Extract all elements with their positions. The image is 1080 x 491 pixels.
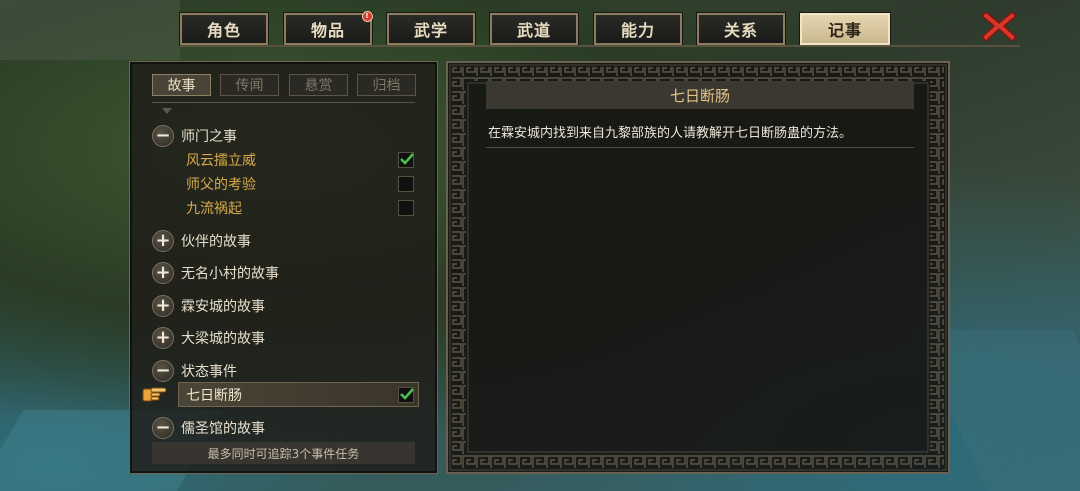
track-checkbox[interactable] — [398, 152, 414, 168]
tab-label: 能力 — [620, 21, 655, 40]
subtab-archive[interactable]: 归档 — [357, 74, 416, 96]
tab-label: 角色 — [206, 21, 241, 40]
expand-icon[interactable]: + — [152, 295, 174, 317]
subtab-bounty[interactable]: 悬赏 — [289, 74, 348, 96]
tab-items[interactable]: 物品! — [283, 11, 373, 46]
quest-label: 风云擂立威 — [186, 153, 256, 169]
tab-label: 武学 — [413, 21, 448, 40]
group-label: 儒圣馆的故事 — [181, 421, 265, 437]
tab-journal[interactable]: 记事 — [799, 12, 891, 46]
divider — [486, 147, 914, 148]
scroll-up-arrow-icon[interactable] — [162, 108, 172, 114]
quest-list-panel: 故事 传闻 悬赏 归档 − 师门之事 风云擂立威 师父的考验 九流祸起 + 伙伴… — [129, 61, 438, 474]
quest-description: 在霖安城内找到来自九黎部族的人请教解开七日断肠蛊的方法。 — [488, 126, 853, 141]
quest-group-companions[interactable]: + 伙伴的故事 — [152, 229, 251, 253]
quest-group-confucian-hall[interactable]: − 儒圣馆的故事 — [152, 416, 265, 440]
tab-character[interactable]: 角色 — [179, 12, 269, 46]
close-button[interactable] — [980, 9, 1018, 43]
notification-badge: ! — [362, 11, 373, 22]
group-label: 无名小村的故事 — [181, 266, 279, 282]
checkmark-icon — [400, 153, 414, 165]
track-checkbox[interactable] — [398, 176, 414, 192]
tab-abilities[interactable]: 能力 — [593, 12, 683, 46]
collapse-icon[interactable]: − — [152, 125, 174, 147]
collapse-icon[interactable]: − — [152, 417, 174, 439]
group-label: 霖安城的故事 — [181, 299, 265, 315]
group-label: 师门之事 — [181, 129, 237, 145]
tab-label: 记事 — [827, 21, 862, 40]
red-x-icon — [980, 10, 1018, 43]
quest-group-daliang-city[interactable]: + 大梁城的故事 — [152, 326, 265, 350]
collapse-icon[interactable]: − — [152, 360, 174, 382]
tab-label: 关系 — [723, 21, 758, 40]
quest-label: 九流祸起 — [186, 201, 242, 217]
quest-item[interactable]: 师父的考验 — [186, 173, 256, 195]
group-label: 状态事件 — [181, 364, 237, 380]
group-label: 大梁城的故事 — [181, 331, 265, 347]
tab-martial-arts[interactable]: 武学 — [386, 12, 476, 46]
quest-label: 师父的考验 — [186, 177, 256, 193]
expand-icon[interactable]: + — [152, 327, 174, 349]
tab-relations[interactable]: 关系 — [696, 12, 786, 46]
quest-title: 七日断肠 — [486, 81, 914, 109]
quest-item[interactable]: 九流祸起 — [186, 197, 242, 219]
tab-underline — [180, 45, 1020, 47]
tab-label: 物品 — [310, 21, 345, 40]
divider — [152, 102, 415, 103]
checkmark-icon — [400, 388, 414, 400]
expand-icon[interactable]: + — [152, 230, 174, 252]
quest-group-nameless-village[interactable]: + 无名小村的故事 — [152, 261, 279, 285]
quest-group-sect[interactable]: − 师门之事 — [152, 124, 237, 148]
track-checkbox[interactable] — [398, 387, 414, 403]
quest-item[interactable]: 风云擂立威 — [186, 149, 256, 171]
background-wall — [0, 0, 180, 60]
quest-group-status-events[interactable]: − 状态事件 — [152, 359, 237, 383]
subtab-rumors[interactable]: 传闻 — [220, 74, 279, 96]
track-checkbox[interactable] — [398, 200, 414, 216]
pointing-hand-icon — [142, 387, 167, 402]
quest-label: 七日断肠 — [186, 388, 242, 404]
tracking-limit-note: 最多同时可追踪3个事件任务 — [152, 442, 415, 464]
quest-detail-panel: 七日断肠 在霖安城内找到来自九黎部族的人请教解开七日断肠蛊的方法。 — [446, 61, 950, 474]
quest-group-linan-city[interactable]: + 霖安城的故事 — [152, 294, 265, 318]
tab-martial-way[interactable]: 武道 — [489, 12, 579, 46]
subtab-story[interactable]: 故事 — [152, 74, 211, 96]
expand-icon[interactable]: + — [152, 262, 174, 284]
tab-label: 武道 — [516, 21, 551, 40]
quest-item-selected[interactable]: 七日断肠 — [186, 384, 242, 406]
group-label: 伙伴的故事 — [181, 234, 251, 250]
